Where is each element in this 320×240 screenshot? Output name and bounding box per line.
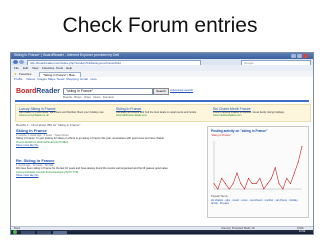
data-point [217,188,219,190]
data-point [293,172,295,174]
ad-url[interactable]: www.LuxuryChalets.co.uk [19,114,109,117]
close-button[interactable] [303,54,308,58]
series-line [213,146,303,190]
back-icon[interactable] [13,60,18,64]
logo-text-reader: Reader [36,88,60,95]
result-title[interactable]: Skiing in France [16,128,201,133]
ad-item[interactable]: Ski Chalet Merib France Luxury catered c… [213,107,303,118]
data-point [255,183,257,185]
ad-url[interactable]: www.SkiFrance-Deals.com [116,114,206,117]
start-orb-icon[interactable] [13,230,17,234]
taskbar-item[interactable] [37,230,51,234]
posting-activity-panel: Posting activity on "skiing in France" "… [207,126,309,218]
data-point [244,188,246,190]
result-snippet: We have been skiing in France for the la… [16,167,169,170]
data-point [282,188,284,190]
slide-title: Check Forum entries [62,14,258,37]
data-point [286,177,288,179]
result-snippet: Skiing in France: I'm just looking for i… [16,137,165,140]
window-title: Skiing in France" | BoardReader - Intern… [14,53,120,57]
taskbar-item[interactable] [53,230,67,234]
search-button[interactable]: Search [153,88,169,95]
show-more-link[interactable]: Show more like this [16,144,201,147]
divider-bar [15,100,309,102]
data-point [270,177,272,179]
page-content: BoardReader "skiing in France" Search Ad… [11,82,313,226]
minimize-button[interactable] [291,54,296,58]
ad-item[interactable]: Skiing In France Compare ski resorts and… [116,107,206,118]
result-title[interactable]: Re: Skiing in France [16,158,201,163]
query-input[interactable]: "skiing in France" [63,88,153,95]
data-point [240,183,242,185]
advanced-search-link[interactable]: Advanced search [170,88,193,92]
maximize-button[interactable] [297,54,302,58]
result-item: Re: Skiing in France 1 month ago · 12 po… [16,158,201,177]
clock: 11:52 [299,230,306,233]
boardreader-logo[interactable]: BoardReader [16,88,60,95]
data-point [290,183,292,185]
data-point [221,177,223,179]
data-point [297,161,299,163]
sponsored-links-box: Luxury Skiing in France Ski chalets in C… [15,104,311,122]
sub-nav[interactable]: Boards · Blogs · Video · News · Domains [63,95,114,99]
ad-title[interactable]: Skiing In France [116,107,206,111]
forward-icon[interactable] [19,60,24,64]
data-point [251,183,253,185]
result-item: Skiing in France 2 months, 1 week ago · … [16,128,201,147]
chart-axes [213,141,302,190]
ad-url[interactable]: www.meribelchalets.com [213,114,303,117]
data-point [301,145,303,147]
ad-item[interactable]: Luxury Skiing in France Ski chalets in C… [19,107,109,118]
data-point [228,188,230,190]
data-point [274,167,276,169]
logo-text-board: Board [16,88,37,95]
data-point [236,172,238,174]
data-point [259,177,261,179]
results-info: Results 1 - 10 of about 356 for "skiing … [16,123,81,127]
data-point [247,177,249,179]
data-point [267,183,269,185]
data-point [224,183,226,185]
ad-title[interactable]: Ski Chalet Merib France [213,107,303,111]
activity-chart [213,141,303,190]
ad-title[interactable]: Luxury Skiing in France [19,107,109,111]
taskbar: 11:52 [11,230,313,234]
show-more-link[interactable]: Show more like this [16,174,201,177]
taskbar-item[interactable] [21,230,35,234]
browser-screenshot: Skiing in France" | BoardReader - Intern… [10,52,314,235]
popular-terms-tags[interactable]: ski chalets · alps · resort · snow · cou… [211,199,305,206]
data-point [232,183,234,185]
popular-terms-caption: Popular Terms [211,195,228,198]
data-point [263,188,265,190]
data-point [278,183,280,185]
data-point [213,183,215,185]
